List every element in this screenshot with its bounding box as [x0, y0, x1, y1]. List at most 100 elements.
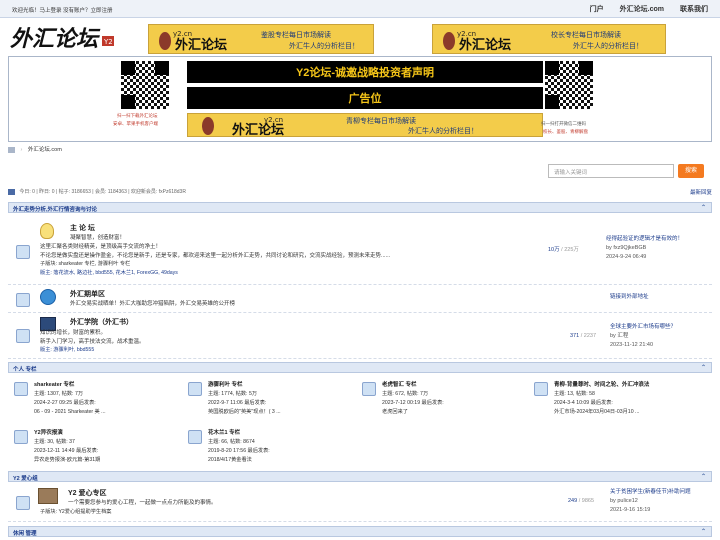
forum-last-post: 关于贫困学生(新春佳节)补助问题 by pulice12 2021-9-16 1… — [610, 488, 691, 515]
nav-portal[interactable]: 门户 — [590, 4, 604, 14]
ad-banner-line1: 青柳专栏每日市场解读 — [346, 118, 416, 125]
forum-desc: 知识的增长，财富的累积。 — [40, 330, 107, 336]
column-cell[interactable]: Y2异农报演 主题: 30, 帖数: 37 2023-12-11 14:49 最… — [12, 428, 182, 472]
ad-banner-line2: 外汇牛人的分析栏目！ — [408, 128, 478, 135]
last-post-title[interactable]: 关于贫困学生(新春佳节)补助问题 — [610, 488, 691, 497]
forum-last-post: 经得起验证的逻辑才是有效的！ by fxz9QjkeBGB 2024-9-24 … — [606, 235, 683, 262]
forum-icon[interactable] — [16, 329, 30, 343]
svg-text:外汇论坛: 外汇论坛 — [458, 37, 511, 53]
forum-counts: 249 / 9865 — [568, 498, 595, 504]
svg-text:Y2: Y2 — [103, 38, 113, 46]
last-post-author[interactable]: by 汇程 — [610, 332, 676, 341]
banner-1-line2: 外汇牛人的分析栏目！ — [289, 43, 359, 50]
svg-text:y2.cn: y2.cn — [457, 30, 476, 38]
svg-text:y2.cn: y2.cn — [173, 30, 192, 38]
last-post-title[interactable]: 全球主要外汇市场有哪些？ — [610, 323, 676, 332]
forum-title[interactable]: Y2 爱心专区 — [68, 488, 107, 498]
forum-moderators[interactable]: 版主: 游骤利叶, bbd555 — [40, 346, 94, 353]
forum-moderators[interactable]: 版主: 落花流水, 路边社, bbd555, 花木兰1, ForexGG, 49… — [40, 269, 178, 276]
search-button[interactable]: 搜索 — [678, 164, 704, 178]
breadcrumb-sep: › — [20, 147, 23, 153]
nav-forum[interactable]: 外汇论坛.com — [620, 4, 664, 14]
collapse-icon[interactable]: ⌃ — [701, 528, 706, 535]
forum-desc: 凝聚智慧，创造财富！ — [70, 235, 126, 241]
forum-subforums[interactable]: 子版块: sharkeater 专栏, 游骤利叶 专栏 — [40, 260, 130, 267]
banner-2[interactable]: y2.cn 外汇论坛 校长专栏每日市场解读 外汇牛人的分析栏目！ — [432, 24, 666, 54]
banner-1[interactable]: y2.cn 外汇论坛 鉴股专栏每日市场解读 外汇牛人的分析栏目！ — [148, 24, 374, 54]
site-logo[interactable]: 外汇论坛 Y2 — [10, 24, 120, 52]
column-cell[interactable]: 游骤利叶 专栏 主题: 1774, 帖数: 5万 2022-9-7 11:06 … — [186, 380, 356, 424]
forum-row: 外汇学院（外汇书） 知识的增长，财富的累积。 新手入门学习，高手技法交流，战术重… — [8, 313, 712, 359]
last-post-author[interactable]: by pulice12 — [610, 497, 691, 506]
last-post-time: 2024-9-24 06:49 — [606, 254, 647, 260]
column-cell[interactable]: 老虎智汇 专栏 主题: 672, 帖数: 7万 2023-7-12 00:19 … — [360, 380, 530, 424]
category-header[interactable]: 休闲 管理 ⌃ — [8, 526, 712, 537]
top-bar: 欢迎光临！马上登录 没有账户？立即注册 门户 外汇论坛.com 联系我们 — [0, 0, 720, 18]
banner-2-line1: 校长专栏每日市场解读 — [551, 32, 621, 39]
forum-desc: 不论您是做实盘还是操作盈金，不论您是新手，还是专家，都欢迎来这里一起分析外汇走势… — [40, 253, 391, 259]
forum-icon[interactable] — [16, 293, 30, 307]
category-header[interactable]: 个人 专栏 ⌃ — [8, 362, 712, 373]
svg-text:外汇论坛: 外汇论坛 — [231, 122, 284, 136]
column-title[interactable]: 老虎智汇 专栏 — [382, 380, 417, 388]
forum-subforums[interactable]: 子版块: Y2爱心组提助学生档案 — [40, 508, 111, 515]
forum-last-post: 全球主要外汇市场有哪些？ by 汇程 2023-11-12 21:40 — [610, 323, 676, 350]
forum-icon — [188, 382, 202, 396]
collapse-icon[interactable]: ⌃ — [701, 204, 706, 211]
column-title[interactable]: 青柳-背量尊时、时间之轮、外汇冲浪法 — [554, 380, 649, 388]
forum-icon — [14, 430, 28, 444]
qr-code-right — [545, 61, 593, 109]
forum-desc: 新手入门学习，高手技法交流，战术重温。 — [40, 339, 145, 345]
forum-counts: 371 / 2237 — [570, 333, 597, 339]
login-links[interactable]: 欢迎光临！马上登录 没有账户？立即注册 — [12, 6, 113, 14]
forum-icon — [534, 382, 548, 396]
forum-icon — [14, 382, 28, 396]
forum-row: 主 论 坛 凝聚智慧，创造财富！ 这里汇聚各类财经精英，是顶级高手交流的净土！ … — [8, 213, 712, 285]
category-header[interactable]: 外汇走势分析,外汇行情咨询与讨论 ⌃ — [8, 202, 712, 213]
breadcrumb-link[interactable]: 外汇论坛.com — [28, 147, 62, 153]
column-title[interactable]: 花木兰1 专栏 — [208, 428, 240, 436]
top-nav: 门户 外汇论坛.com 联系我们 — [590, 4, 708, 14]
last-post-author[interactable]: by fxz9QjkeBGB — [606, 244, 683, 253]
search-input[interactable]: 请输入关键词 — [548, 164, 674, 178]
globe-icon — [40, 289, 56, 305]
forum-desc: 这里汇聚各类财经精英，是顶级高手交流的净土！ — [40, 244, 162, 250]
forum-title[interactable]: 外汇期单区 — [70, 289, 105, 299]
collapse-icon[interactable]: ⌃ — [701, 473, 706, 480]
ad-banner[interactable]: y2.cn 外汇论坛 青柳专栏每日市场解读 外汇牛人的分析栏目！ — [187, 113, 543, 137]
column-title[interactable]: 游骤利叶 专栏 — [208, 380, 243, 388]
column-cell[interactable]: sharkeater 专栏 主题: 1307, 帖数: 7万 2024-2-27… — [12, 380, 182, 424]
home-icon[interactable] — [8, 146, 15, 153]
forum-title[interactable]: 主 论 坛 — [70, 223, 95, 233]
forum-icon[interactable] — [16, 245, 30, 259]
forum-icon[interactable] — [16, 496, 30, 510]
collapse-icon[interactable]: ⌃ — [701, 364, 706, 371]
right-qr-caption2: 校长、鉴股、青柳解盘 — [543, 129, 588, 134]
forum-row: 外汇期单区 外汇交易实战晒单！外汇大咖助您冲猎陷阱，外汇交易英雄的公开榜 链接到… — [8, 285, 712, 313]
forum-desc: 一个需要您参与的爱心工程，一起做一点点力所能及的事情。 — [68, 500, 217, 506]
banner-1-line1: 鉴股专栏每日市场解读 — [261, 32, 331, 39]
last-post-title[interactable]: 经得起验证的逻辑才是有效的！ — [606, 235, 683, 244]
column-title[interactable]: Y2异农报演 — [34, 428, 63, 436]
category-header[interactable]: Y2 爱心组 ⌃ — [8, 471, 712, 482]
forum-row: Y2 爱心专区 一个需要您参与的爱心工程，一起做一点点力所能及的事情。 子版块:… — [8, 484, 712, 522]
column-title[interactable]: sharkeater 专栏 — [34, 380, 74, 388]
left-qr-caption2: 安卓、苹果手机客户端 — [113, 121, 158, 126]
breadcrumb: › 外汇论坛.com — [8, 145, 62, 153]
forum-desc: 外汇交易实战晒单！外汇大咖助您冲猎陷阱，外汇交易英雄的公开榜 — [70, 301, 236, 307]
latest-replies-link[interactable]: 最新回复 — [690, 188, 712, 196]
right-qr-caption: 扫一扫打开微信二维码 — [541, 121, 586, 126]
forum-icon — [362, 382, 376, 396]
ad-slot[interactable]: 广告位 — [187, 87, 543, 109]
stats-icon — [8, 188, 15, 195]
forum-title[interactable]: 外汇学院（外汇书） — [70, 317, 133, 327]
lightbulb-icon — [40, 223, 54, 239]
svg-text:外汇论坛: 外汇论坛 — [174, 37, 227, 53]
ad-area: 扫一扫下载外汇论坛 安卓、苹果手机客户端 Y2论坛-诚邀战略投资者声明 广告位 … — [8, 56, 712, 142]
nav-contact[interactable]: 联系我们 — [680, 4, 708, 14]
ad-headline[interactable]: Y2论坛-诚邀战略投资者声明 — [187, 61, 543, 83]
forum-counts: 10万 / 225万 — [548, 247, 579, 253]
column-cell[interactable]: 花木兰1 专栏 主题: 66, 帖数: 8674 2019-8-20 17:56… — [186, 428, 356, 472]
banner-2-line2: 外汇牛人的分析栏目！ — [573, 43, 643, 50]
column-cell[interactable]: 青柳-背量尊时、时间之轮、外汇冲浪法 主题: 13, 帖数: 58 2024-3… — [532, 380, 702, 424]
